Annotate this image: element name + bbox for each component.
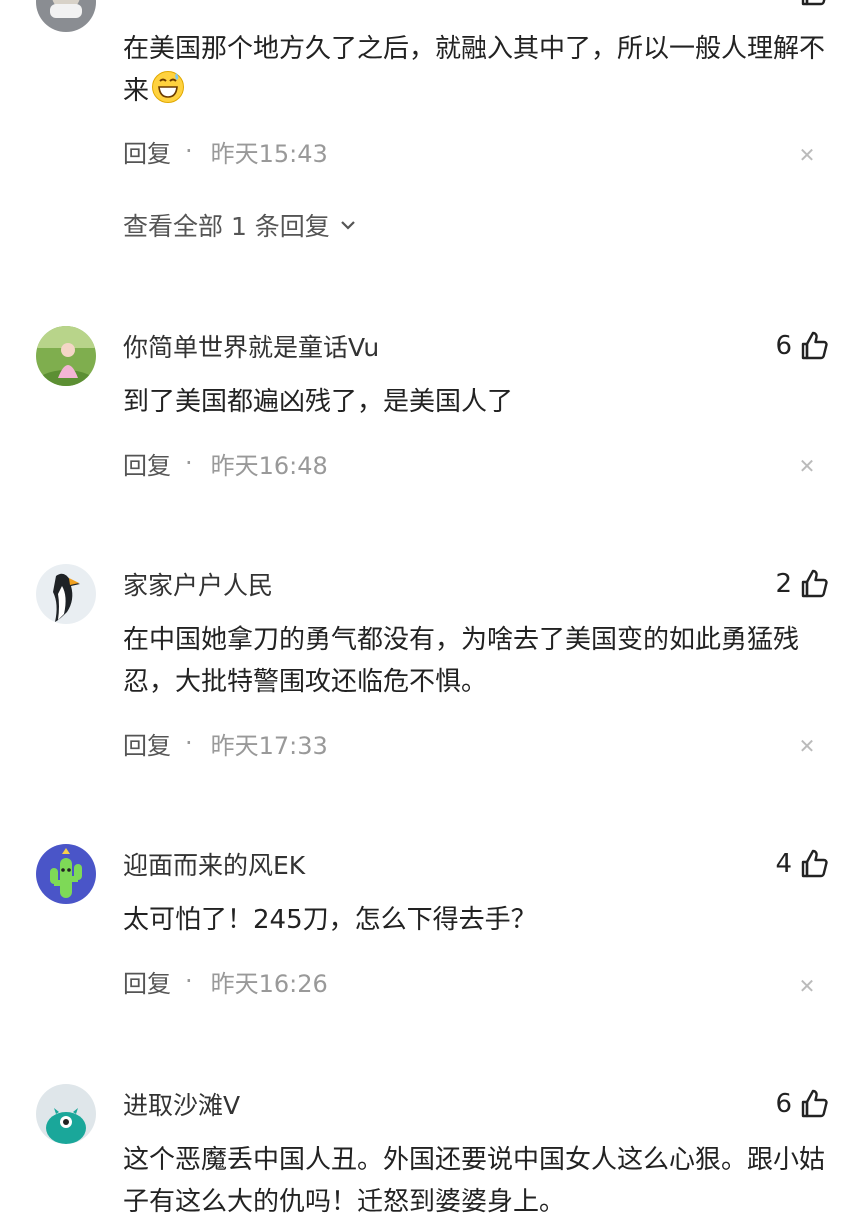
separator-dot: · <box>185 137 193 165</box>
like-count: 6 <box>775 331 792 361</box>
comment-time: 昨天16:48 <box>210 451 328 480</box>
reply-button[interactable]: 回复 <box>123 134 171 169</box>
like-button[interactable]: 6 <box>740 328 830 364</box>
view-all-replies-label: 查看全部 1 条回复 <box>123 212 330 241</box>
thumbs-up-icon <box>801 331 828 360</box>
comment-meta: 回复 · 昨天16:48 <box>123 446 328 480</box>
username[interactable]: 家家户户人民 <box>123 566 273 602</box>
comment-time: 昨天17:33 <box>210 731 328 760</box>
like-button[interactable]: 4 <box>740 846 830 882</box>
comment-time: 昨天16:26 <box>210 969 328 998</box>
username[interactable]: 迎面而来的风EK <box>123 846 305 882</box>
thumbs-up-icon <box>801 569 828 598</box>
comment-meta: 回复 · 昨天17:33 <box>123 726 328 760</box>
comment-meta: 回复 · 昨天16:26 <box>123 964 328 998</box>
like-button[interactable]: 6 <box>740 1086 830 1122</box>
view-all-replies-button[interactable]: 查看全部 1 条回复 <box>123 207 358 243</box>
separator-dot: · <box>185 449 193 477</box>
thumbs-up-icon <box>801 849 828 878</box>
reply-button[interactable]: 回复 <box>123 964 171 999</box>
avatar[interactable] <box>36 564 96 624</box>
close-icon[interactable]: ✕ <box>796 735 818 757</box>
comment-text: 在中国她拿刀的勇气都没有，为啥去了美国变的如此勇猛残忍，大批特警围攻还临危不惧。 <box>123 625 800 697</box>
like-button[interactable]: 2 <box>740 566 830 602</box>
thumbs-up-icon <box>801 0 826 6</box>
close-icon[interactable]: ✕ <box>796 144 818 166</box>
like-count: 2 <box>775 569 792 599</box>
chevron-down-icon <box>341 221 355 230</box>
comment-text: 在美国那个地方久了之后，就融入其中了，所以一般人理解不来 <box>123 34 826 106</box>
username[interactable]: 你简单世界就是童话Vu <box>123 328 379 364</box>
avatar[interactable] <box>36 326 96 386</box>
thumbs-up-icon <box>801 1089 828 1118</box>
like-count: 4 <box>775 849 792 879</box>
avatar[interactable] <box>36 0 96 32</box>
close-icon[interactable]: ✕ <box>796 455 818 477</box>
comment-text: 这个恶魔丢中国人丑。外国还要说中国女人这么心狠。跟小姑子有这么大的仇吗！迁怒到婆… <box>123 1145 826 1217</box>
reply-button[interactable]: 回复 <box>123 446 171 481</box>
comment-text: 太可怕了！245刀，怎么下得去手？ <box>123 905 537 935</box>
comment-meta: 回复 · 昨天15:43 <box>123 134 328 168</box>
reply-button[interactable]: 回复 <box>123 726 171 761</box>
close-icon[interactable]: ✕ <box>796 975 818 997</box>
avatar[interactable] <box>36 844 96 904</box>
username[interactable]: 进取沙滩V <box>123 1086 240 1122</box>
grinning-sweat-emoji <box>152 71 185 103</box>
comment-text: 到了美国都遍凶残了，是美国人了 <box>123 387 514 417</box>
separator-dot: · <box>185 967 193 995</box>
comment-time: 昨天15:43 <box>210 139 328 168</box>
separator-dot: · <box>185 729 193 757</box>
like-button[interactable] <box>740 0 830 10</box>
like-count: 6 <box>775 1089 792 1119</box>
avatar[interactable] <box>36 1084 96 1144</box>
